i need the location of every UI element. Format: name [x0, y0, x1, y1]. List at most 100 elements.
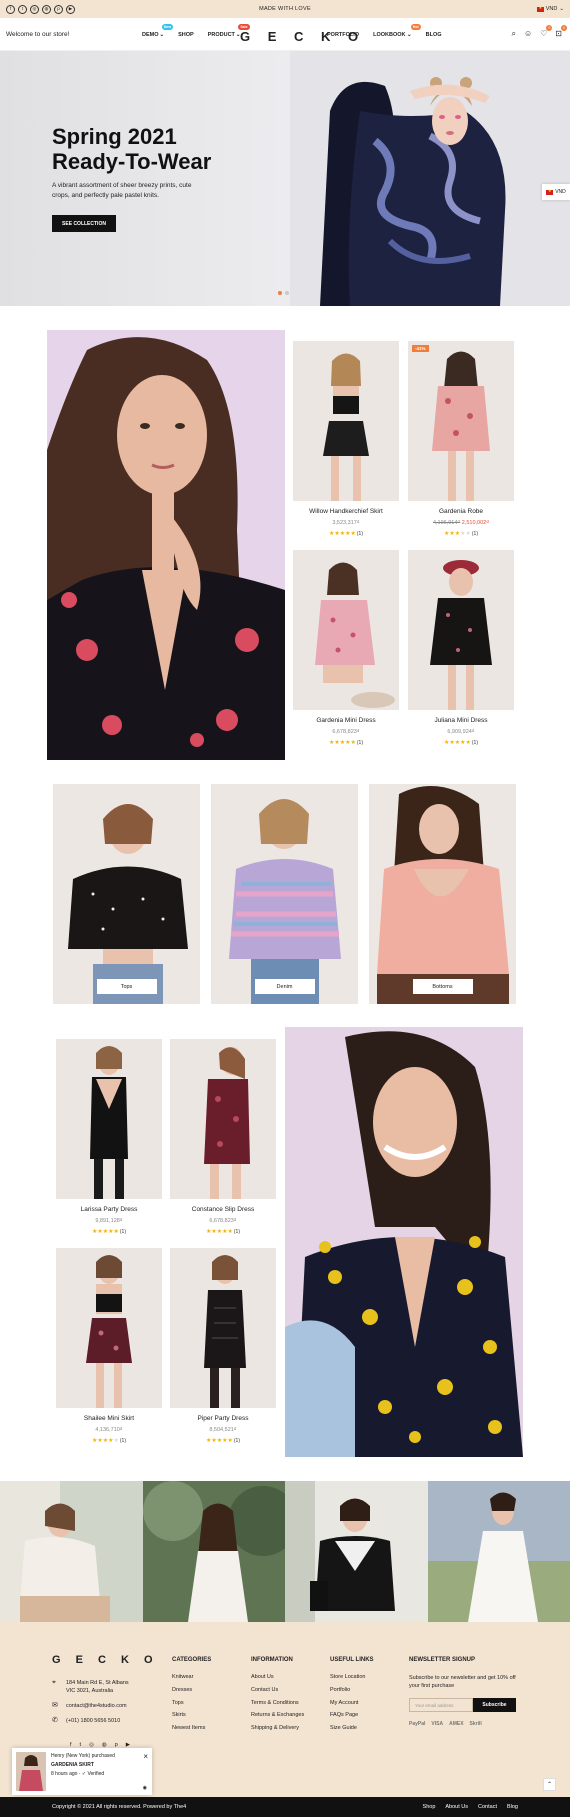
lookbook-image[interactable]	[0, 1481, 143, 1622]
footer-link[interactable]: Size Guide	[330, 1725, 374, 1731]
nav-label: DEMO	[142, 32, 159, 38]
product-title[interactable]: Larissa Party Dress	[56, 1206, 162, 1213]
footer-link[interactable]: Knitwear	[172, 1674, 211, 1680]
skrill-logo: Skrill	[469, 1721, 482, 1727]
category-card-tops[interactable]: Tops	[53, 784, 200, 1004]
close-icon[interactable]: ×	[143, 1752, 148, 1761]
vietnam-flag-icon	[536, 5, 544, 12]
product-title[interactable]: Shailee Mini Skirt	[56, 1415, 162, 1422]
footer-logo[interactable]: G E C K O	[52, 1654, 159, 1666]
product-rating: ★★★★★(1)	[205, 1229, 241, 1235]
dribbble-icon[interactable]: ◍	[42, 4, 51, 14]
product-title[interactable]: Willow Handkerchief Skirt	[293, 508, 399, 515]
bottom-link[interactable]: About Us	[445, 1804, 468, 1810]
footer-link[interactable]: Tops	[172, 1700, 211, 1706]
nav-item-product[interactable]: PRODUCT ⌄ Sale	[208, 24, 250, 38]
product-title[interactable]: Gardenia Robe	[408, 508, 514, 515]
product-title[interactable]: Gardenia Mini Dress	[293, 717, 399, 724]
product-title[interactable]: Constance Slip Dress	[170, 1206, 276, 1213]
nav-item-demo[interactable]: DEMO ⌄ New	[142, 24, 174, 38]
chevron-down-icon: ⌄	[159, 32, 165, 38]
nav-item-shop[interactable]: SHOP	[178, 32, 194, 38]
facebook-icon[interactable]: f	[6, 4, 15, 14]
slider-dot[interactable]	[278, 291, 282, 295]
price-current: 8,504,521₫	[209, 1427, 237, 1433]
product-image[interactable]	[170, 1039, 276, 1199]
product-image[interactable]	[293, 550, 399, 710]
footer-link[interactable]: Shipping & Delivery	[251, 1725, 304, 1731]
welcome-text: Welcome to our store!	[6, 31, 70, 38]
featured-model-image-2[interactable]	[285, 1027, 523, 1457]
product-image[interactable]	[408, 550, 514, 710]
category-label[interactable]: Denim	[254, 979, 315, 994]
category-label[interactable]: Tops	[96, 979, 157, 994]
category-label[interactable]: Bottoms	[412, 979, 473, 994]
category-card-bottoms[interactable]: Bottoms	[369, 784, 516, 1004]
review-count: (1)	[119, 1229, 127, 1235]
footer-link[interactable]: Skirts	[172, 1712, 211, 1718]
youtube-icon[interactable]: ▶	[66, 4, 75, 14]
review-count: (1)	[119, 1438, 127, 1444]
nav-item-lookbook[interactable]: LOOKBOOK ⌄ Hot	[373, 24, 421, 38]
search-icon[interactable]: ⌕	[511, 29, 515, 39]
price-current: 6,678,823₫	[332, 729, 360, 735]
bottom-link[interactable]: Blog	[507, 1804, 518, 1810]
footer-link[interactable]: Terms & Conditions	[251, 1700, 304, 1706]
review-count: (1)	[233, 1229, 241, 1235]
product-image[interactable]	[293, 341, 399, 501]
product-model-illustration	[170, 1248, 276, 1408]
contact-email[interactable]: contact@the4studio.com	[66, 1702, 127, 1710]
footer-link[interactable]: Contact Us	[251, 1687, 304, 1693]
nav-label: PORTFOLIO	[327, 32, 360, 38]
wishlist-icon[interactable]: ♡ 0	[540, 25, 553, 39]
popup-thumbnail-illustration	[16, 1752, 46, 1791]
account-icon[interactable]: ☺	[524, 29, 532, 39]
product-image[interactable]: -41%	[408, 341, 514, 501]
footer-link[interactable]: About Us	[251, 1674, 304, 1680]
footer-link[interactable]: Store Location	[330, 1674, 374, 1680]
popup-product-thumbnail[interactable]	[16, 1752, 46, 1791]
bottom-link[interactable]: Shop	[423, 1804, 436, 1810]
lookbook-image[interactable]	[285, 1481, 428, 1622]
lookbook-image[interactable]	[142, 1481, 285, 1622]
newsletter-signup: NEWSLETTER SIGNUP Subscribe to our newsl…	[409, 1657, 519, 1727]
product-title[interactable]: Piper Party Dress	[170, 1415, 276, 1422]
nav-item-portfolio[interactable]: PORTFOLIO	[327, 32, 359, 38]
currency-selector[interactable]: VND ⌄	[536, 5, 564, 12]
footer-link[interactable]: Dresses	[172, 1687, 211, 1693]
slider-dot[interactable]	[285, 291, 289, 295]
cart-icon[interactable]: ⊡ 0	[555, 25, 567, 39]
arrow-up-icon: ⌃	[546, 1782, 553, 1788]
footer-link[interactable]: Portfolio	[330, 1687, 374, 1693]
featured-model-image-1[interactable]	[47, 330, 285, 760]
currency-widget[interactable]: VND	[542, 184, 570, 200]
category-card-denim[interactable]: Denim	[211, 784, 358, 1004]
lookbook-image[interactable]	[427, 1481, 570, 1622]
visa-logo: VISA	[431, 1721, 444, 1727]
back-to-top-button[interactable]: ⌃	[543, 1778, 556, 1791]
hero-model-image	[290, 51, 570, 306]
footer-link[interactable]: Newest Items	[172, 1725, 211, 1731]
twitter-icon[interactable]: t	[18, 4, 27, 14]
product-image[interactable]	[170, 1248, 276, 1408]
category-model-illustration	[53, 784, 200, 1004]
newsletter-email-input[interactable]: Your email address	[409, 1698, 473, 1712]
product-image[interactable]	[56, 1248, 162, 1408]
footer-link[interactable]: FAQs Page	[330, 1712, 374, 1718]
subscribe-button[interactable]: Subscribe	[473, 1698, 516, 1712]
contact-phone[interactable]: (+01) 1800 5656 5010	[66, 1717, 120, 1725]
popup-product-name[interactable]: GARDENIA SKIRT	[51, 1761, 115, 1770]
nav-label: LOOKBOOK	[373, 32, 406, 38]
eye-icon[interactable]: ◉	[143, 1785, 147, 1791]
see-collection-button[interactable]: SEE COLLECTION	[52, 215, 116, 232]
instagram-icon[interactable]: ◎	[30, 4, 39, 14]
main-nav-left: DEMO ⌄ New SHOP PRODUCT ⌄ Sale	[142, 24, 250, 38]
product-title[interactable]: Juliana Mini Dress	[408, 717, 514, 724]
pinterest-icon[interactable]: p	[54, 4, 63, 14]
review-count: (1)	[471, 740, 479, 746]
footer-link[interactable]: My Account	[330, 1700, 374, 1706]
bottom-link[interactable]: Contact	[478, 1804, 497, 1810]
product-image[interactable]	[56, 1039, 162, 1199]
footer-link[interactable]: Returns & Exchanges	[251, 1712, 304, 1718]
nav-item-blog[interactable]: BLOG	[426, 32, 442, 38]
